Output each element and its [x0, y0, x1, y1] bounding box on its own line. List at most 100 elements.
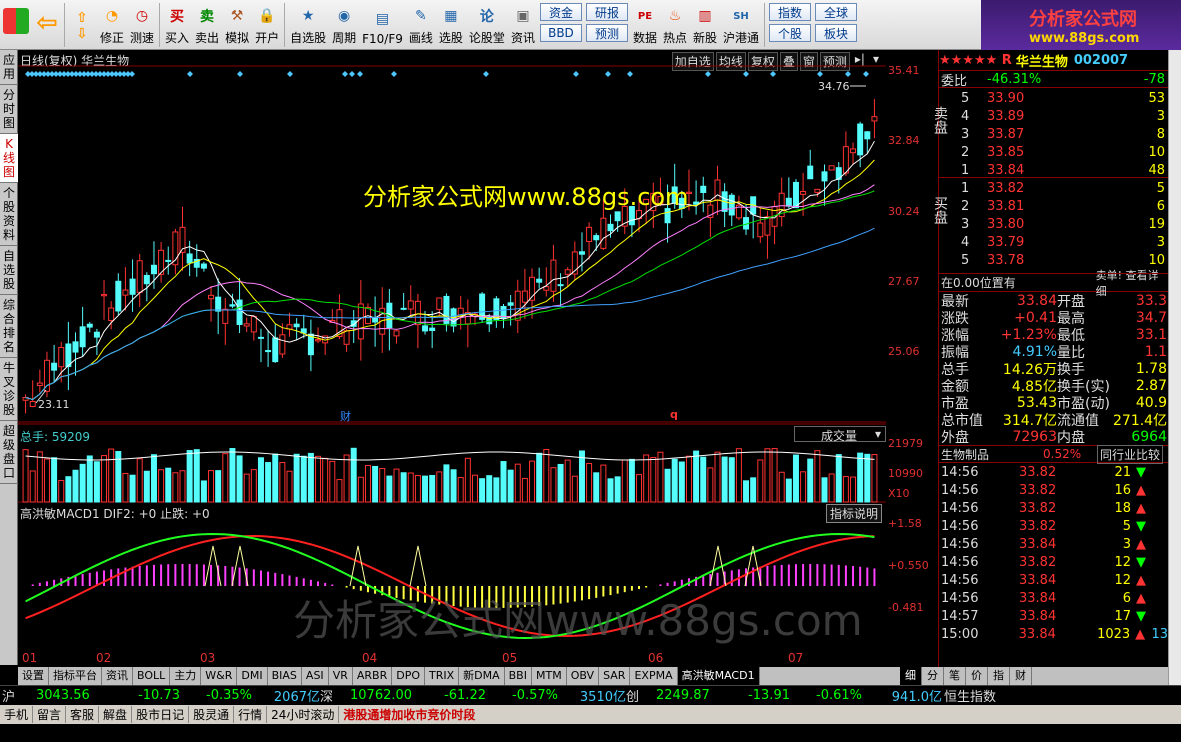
tb-f10[interactable]: ▤ F10/F9	[359, 0, 406, 48]
indicator-tab[interactable]: 指标平台	[49, 667, 102, 685]
side-tab[interactable]: 个股资料	[0, 183, 18, 246]
back-button[interactable]: ⇦	[32, 0, 62, 48]
indicator-tab[interactable]: 资讯	[102, 667, 133, 685]
side-tab[interactable]: 应用	[0, 50, 18, 85]
stock-button[interactable]: 个股	[769, 24, 812, 42]
indicator-tab[interactable]: 主力	[170, 667, 202, 685]
candle	[51, 362, 58, 371]
candle	[250, 315, 257, 333]
footer-link[interactable]: 行情	[234, 706, 268, 723]
indicator-tab[interactable]: BBI	[505, 667, 532, 685]
indicator-tab[interactable]: 新DMA	[459, 667, 505, 685]
tb-hot[interactable]: ♨ 热点	[660, 0, 690, 48]
menu-button[interactable]	[0, 0, 32, 48]
side-tab[interactable]: K线图	[0, 134, 18, 183]
side-tab[interactable]: 自选股	[0, 246, 18, 295]
tb-sell[interactable]: 卖卖出	[192, 0, 222, 48]
index-button[interactable]: 指数	[769, 3, 812, 21]
sector-button[interactable]: 板块	[815, 24, 858, 42]
sell-level[interactable]: 4 33.89 3	[961, 107, 1167, 125]
indicator-tab[interactable]: SAR	[599, 667, 631, 685]
indicator-tab[interactable]: ARBR	[353, 667, 393, 685]
buy-level[interactable]: 5 33.78 10	[961, 251, 1167, 269]
volume-bar	[807, 458, 814, 503]
tb-buy[interactable]: 买买入	[162, 0, 192, 48]
volume-bar	[471, 474, 478, 503]
footer-link[interactable]: 股灵通	[189, 706, 235, 723]
side-tab[interactable]: 分时图	[0, 85, 18, 134]
volume-bar	[279, 461, 286, 503]
up-down-button[interactable]: ⇧ ⇩	[67, 0, 97, 48]
footer-link[interactable]: 解盘	[99, 706, 133, 723]
sell-level[interactable]: 1 33.84 48	[961, 161, 1167, 179]
tb-data[interactable]: PE 数据	[630, 0, 660, 48]
macd-tick: -0.481	[888, 601, 924, 614]
side-tab[interactable]: 综合排名	[0, 295, 18, 358]
footer-link[interactable]: 股市日记	[132, 706, 190, 723]
indicator-tab[interactable]: EXPMA	[630, 667, 678, 685]
sell-level[interactable]: 2 33.85 10	[961, 143, 1167, 161]
panel-tab[interactable]: 指	[988, 667, 1010, 685]
tb-open-account[interactable]: 🔒 开户	[252, 0, 282, 48]
buy-level[interactable]: 4 33.79 3	[961, 233, 1167, 251]
tb-period[interactable]: ◉ 周期	[329, 0, 359, 48]
sell-level[interactable]: 5 33.90 53	[961, 89, 1167, 107]
macd-help-button[interactable]: 指标说明	[826, 504, 883, 523]
indicator-tab[interactable]: W&R	[201, 667, 238, 685]
side-tab[interactable]: 超级盘口	[0, 421, 18, 484]
volume-bar	[307, 452, 314, 503]
indicator-tab[interactable]: OBV	[567, 667, 600, 685]
tb-fix[interactable]: ◔ 修正	[97, 0, 127, 48]
panel-tab[interactable]: 笔	[944, 667, 966, 685]
scrollbar[interactable]	[1168, 50, 1181, 685]
forecast-button[interactable]: 预测	[585, 24, 628, 42]
tb-new-stock[interactable]: ▥ 新股	[690, 0, 720, 48]
indicator-tab[interactable]: DMI	[237, 667, 268, 685]
panel-tab[interactable]: 分	[922, 667, 944, 685]
volume-selector[interactable]: 成交量 ▾	[794, 426, 886, 443]
tb-hk-connect[interactable]: SH 沪港通	[720, 0, 762, 48]
tb-select-stock[interactable]: ▦ 选股	[436, 0, 466, 48]
chart-area[interactable]: 日线(复权) 华兰生物 加自选 均线 复权叠窗预测 ▸| ▾ 34.76 23.11 财…	[18, 50, 886, 667]
footer-link[interactable]: 留言	[33, 706, 67, 723]
compare-button[interactable]: 同行业比较	[1097, 444, 1164, 464]
tb-news[interactable]: ▣ 资讯	[508, 0, 538, 48]
indicator-tab[interactable]: 设置	[18, 667, 49, 685]
footer-link[interactable]: 手机	[0, 706, 34, 723]
news-ticker[interactable]: 港股通增加收市竞价时段	[339, 706, 479, 723]
indicator-tab[interactable]: BIAS	[268, 667, 302, 685]
buy-level[interactable]: 1 33.82 5	[961, 179, 1167, 197]
pe-icon: PE	[637, 10, 653, 22]
indicator-tab[interactable]: MTM	[532, 667, 567, 685]
research-button[interactable]: 研报	[585, 3, 628, 21]
indicator-tab[interactable]: VR	[329, 667, 353, 685]
quote-stats: 最新 33.84 开盘 33.3 涨跌 +0.41 最高 34.7 涨幅 +1.23% 最低 33.1…	[939, 292, 1168, 446]
buy-level[interactable]: 3 33.80 19	[961, 215, 1167, 233]
footer-link[interactable]: 客服	[66, 706, 100, 723]
marker-q[interactable]: q	[670, 408, 678, 421]
bbd-button[interactable]: BBD	[539, 24, 582, 42]
marker-cai[interactable]: 财	[340, 408, 351, 424]
indicator-tab[interactable]: 高洪敏MACD1	[677, 667, 760, 685]
tb-draw[interactable]: ✎ 画线	[406, 0, 436, 48]
indicator-tab[interactable]: TRIX	[425, 667, 460, 685]
side-tab[interactable]: 牛叉诊股	[0, 358, 18, 421]
indicator-tab[interactable]: ASI	[302, 667, 329, 685]
panel-tab[interactable]: 财	[1010, 667, 1032, 685]
footer-link[interactable]: 24小时滚动	[267, 706, 340, 723]
tb-simulate[interactable]: ⚒ 模拟	[222, 0, 252, 48]
candle	[93, 331, 100, 338]
global-button[interactable]: 全球	[815, 3, 858, 21]
tb-speed[interactable]: ◷ 测速	[127, 0, 157, 48]
panel-tab[interactable]: 价	[966, 667, 988, 685]
diamond-marker	[391, 71, 397, 77]
indicator-tab[interactable]: DPO	[392, 667, 425, 685]
sell-level[interactable]: 3 33.87 8	[961, 125, 1167, 143]
funds-button[interactable]: 资金	[539, 3, 582, 21]
panel-tab[interactable]: 细	[900, 667, 922, 685]
buy-level[interactable]: 2 33.81 6	[961, 197, 1167, 215]
volume-bar	[614, 476, 621, 503]
tb-watchlist[interactable]: ★ 自选股	[287, 0, 329, 48]
indicator-tab[interactable]: BOLL	[133, 667, 171, 685]
tb-forum[interactable]: 论论股堂	[466, 0, 508, 48]
